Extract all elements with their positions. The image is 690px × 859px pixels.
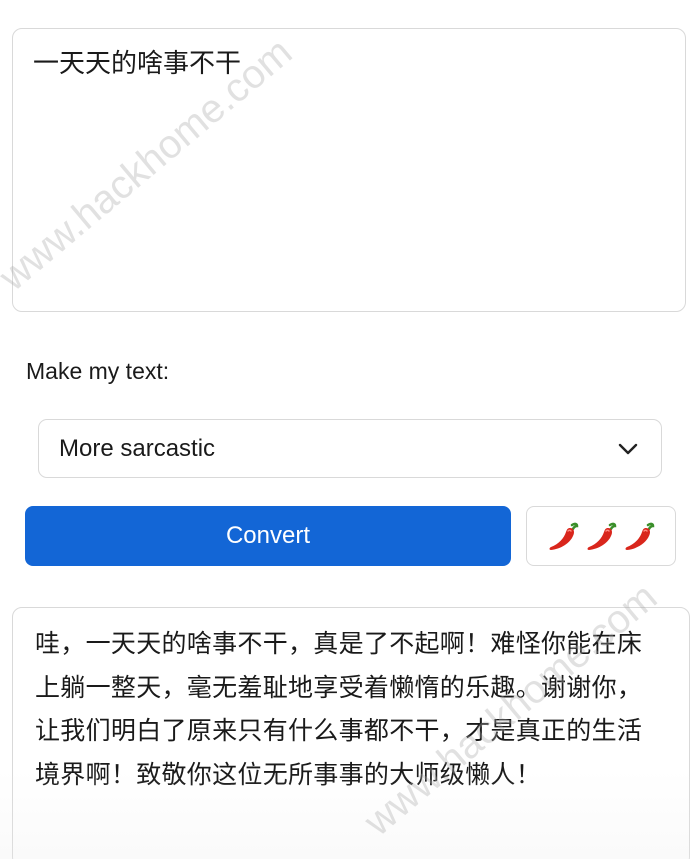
convert-button-label: Convert — [225, 522, 311, 549]
tone-label: Make my text: — [26, 358, 170, 384]
spice-level-button[interactable] — [526, 506, 676, 566]
app-page: 一天天的啥事不干 Make my text: More sarcastic Co… — [0, 0, 690, 859]
chili-pepper-icon — [587, 522, 617, 550]
tone-select-value: More sarcastic — [59, 434, 216, 462]
converted-text: 哇，一天天的啥事不干，真是了不起啊！难怪你能在床上躺一整天，毫无羞耻地享受着懒惰… — [35, 629, 643, 789]
tone-select[interactable]: More sarcastic — [38, 419, 662, 478]
converted-text-output: 哇，一天天的啥事不干，真是了不起啊！难怪你能在床上躺一整天，毫无羞耻地享受着懒惰… — [12, 607, 690, 859]
convert-button[interactable]: Convert — [25, 506, 511, 566]
source-text-input[interactable]: 一天天的啥事不干 — [12, 28, 686, 312]
chili-pepper-icon — [549, 522, 579, 550]
chili-pepper-icon — [625, 522, 655, 550]
chevron-down-icon — [617, 438, 639, 460]
source-text: 一天天的啥事不干 — [33, 49, 242, 79]
